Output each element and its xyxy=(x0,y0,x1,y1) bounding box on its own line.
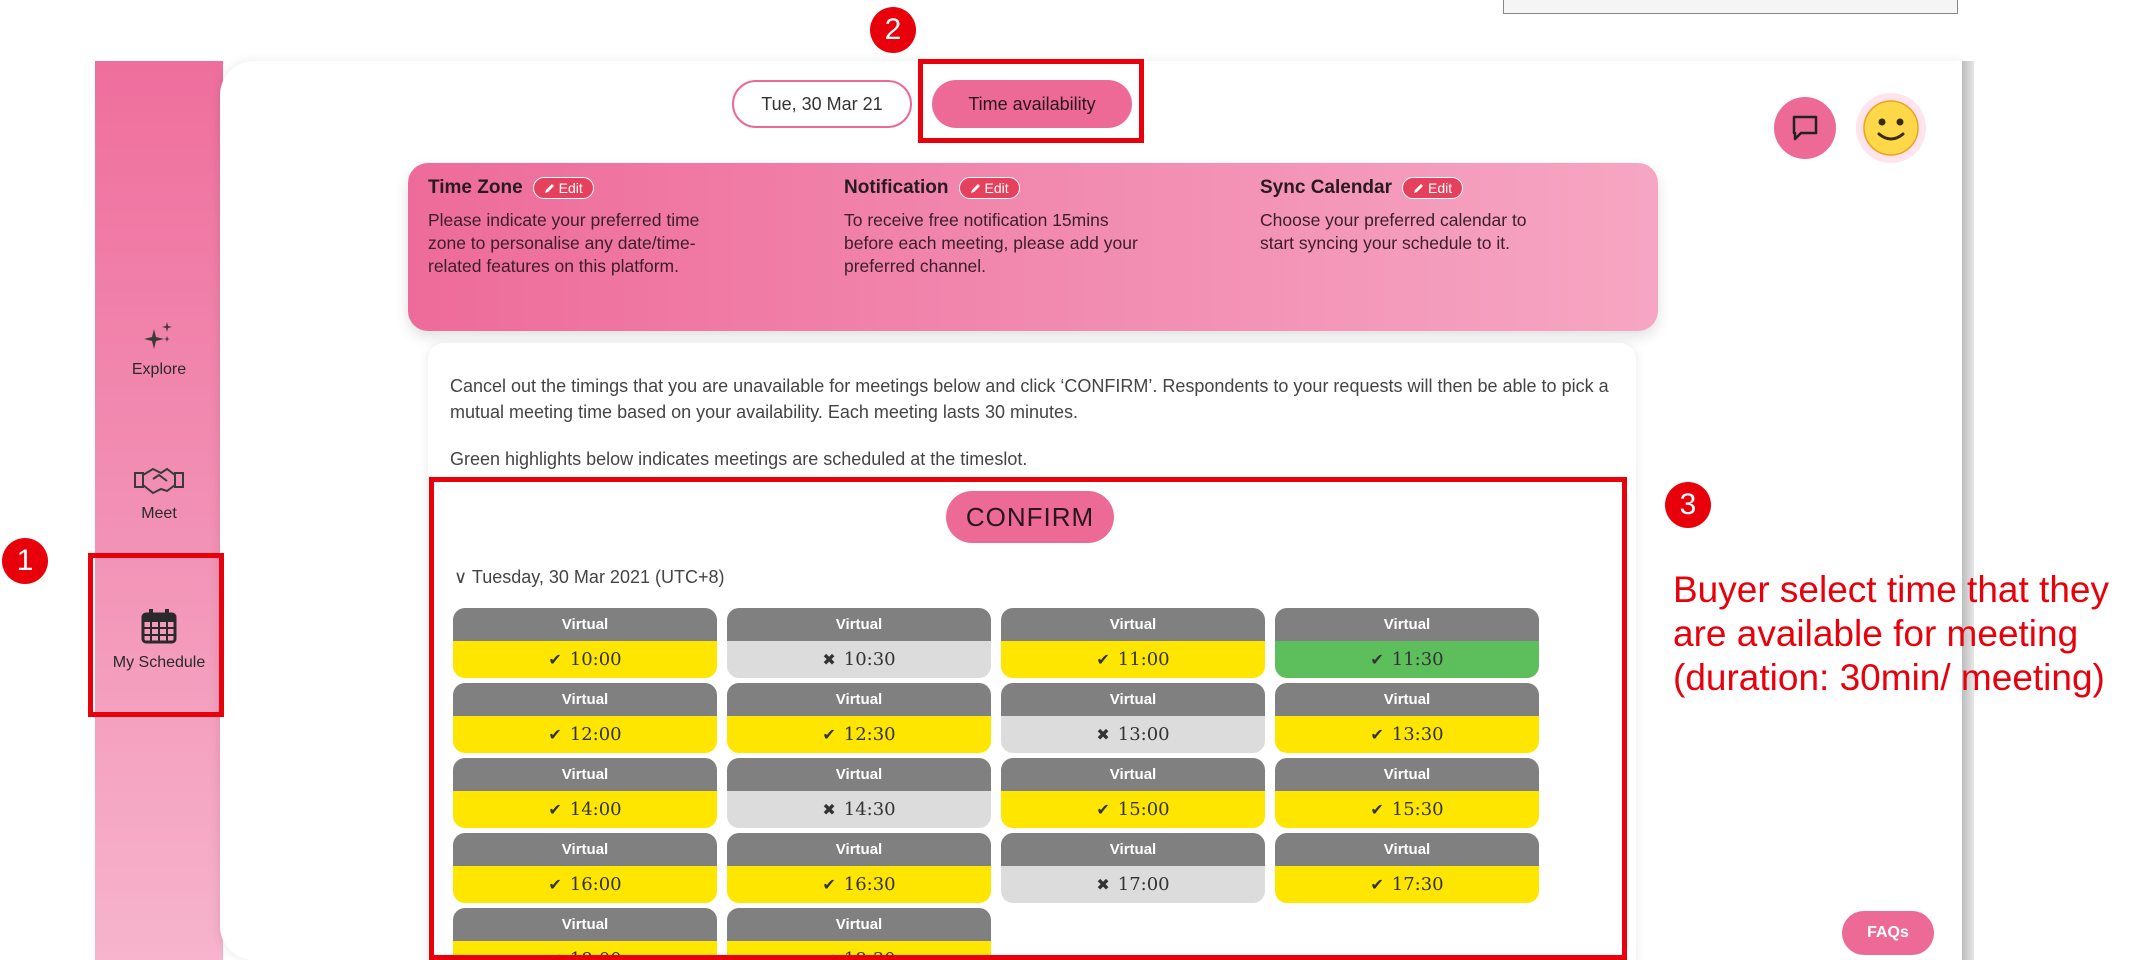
annotation-box-time-availability xyxy=(918,59,1144,143)
annotation-badge-3: 3 xyxy=(1665,482,1711,528)
sidebar-item-explore[interactable]: Explore xyxy=(95,319,223,379)
sync-calendar-section: Sync Calendar Edit Choose your preferred… xyxy=(1260,177,1665,255)
annotation-badge-2: 2 xyxy=(870,7,916,53)
instructions-text: Cancel out the timings that you are unav… xyxy=(450,376,1609,422)
settings-strip: Time Zone Edit Please indicate your pref… xyxy=(408,163,1658,331)
pencil-icon xyxy=(970,184,980,193)
notification-title: Notification xyxy=(844,177,949,198)
annotation-note: Buyer select time that they are availabl… xyxy=(1673,569,2109,698)
date-pill[interactable]: Tue, 30 Mar 21 xyxy=(732,80,912,128)
annotation-badge-1: 1 xyxy=(2,538,48,584)
handshake-icon xyxy=(134,467,184,495)
notification-text: To receive free notification 15mins befo… xyxy=(844,210,1138,276)
time-zone-title: Time Zone xyxy=(428,177,523,198)
sidebar-item-meet[interactable]: Meet xyxy=(95,463,223,523)
panel-edge xyxy=(1962,61,1974,960)
page: Explore Meet My Schedule Tue, 30 Mar 21 … xyxy=(0,0,2141,960)
smiley-avatar-icon xyxy=(1863,100,1919,156)
scheduled-hint-text: Green highlights below indicates meeting… xyxy=(450,449,1028,469)
sync-calendar-edit-button[interactable]: Edit xyxy=(1402,177,1464,199)
time-zone-section: Time Zone Edit Please indicate your pref… xyxy=(428,177,833,278)
edit-label: Edit xyxy=(558,180,583,196)
annotation-box-timeslots xyxy=(429,477,1627,960)
top-input-box[interactable] xyxy=(1503,0,1958,14)
pencil-icon xyxy=(544,184,554,193)
edit-label: Edit xyxy=(984,180,1009,196)
sidebar-item-label: Explore xyxy=(131,361,187,378)
time-zone-edit-button[interactable]: Edit xyxy=(532,177,594,199)
annotation-box-my-schedule xyxy=(88,553,224,717)
sidebar-item-label: Meet xyxy=(141,505,177,522)
notification-edit-button[interactable]: Edit xyxy=(958,177,1020,199)
notification-section: Notification Edit To receive free notifi… xyxy=(844,177,1249,278)
faqs-button[interactable]: FAQs xyxy=(1842,911,1934,955)
sparkles-icon xyxy=(144,322,172,349)
sync-calendar-text: Choose your preferred calendar to start … xyxy=(1260,210,1527,253)
sync-calendar-title: Sync Calendar xyxy=(1260,177,1392,198)
pencil-icon xyxy=(1414,184,1423,193)
sidebar: Explore Meet My Schedule xyxy=(95,61,223,960)
profile-button[interactable] xyxy=(1856,93,1926,163)
chat-button[interactable] xyxy=(1774,97,1836,159)
time-zone-text: Please indicate your preferred time zone… xyxy=(428,210,700,276)
chat-icon xyxy=(1792,115,1818,141)
edit-label: Edit xyxy=(1428,180,1453,196)
